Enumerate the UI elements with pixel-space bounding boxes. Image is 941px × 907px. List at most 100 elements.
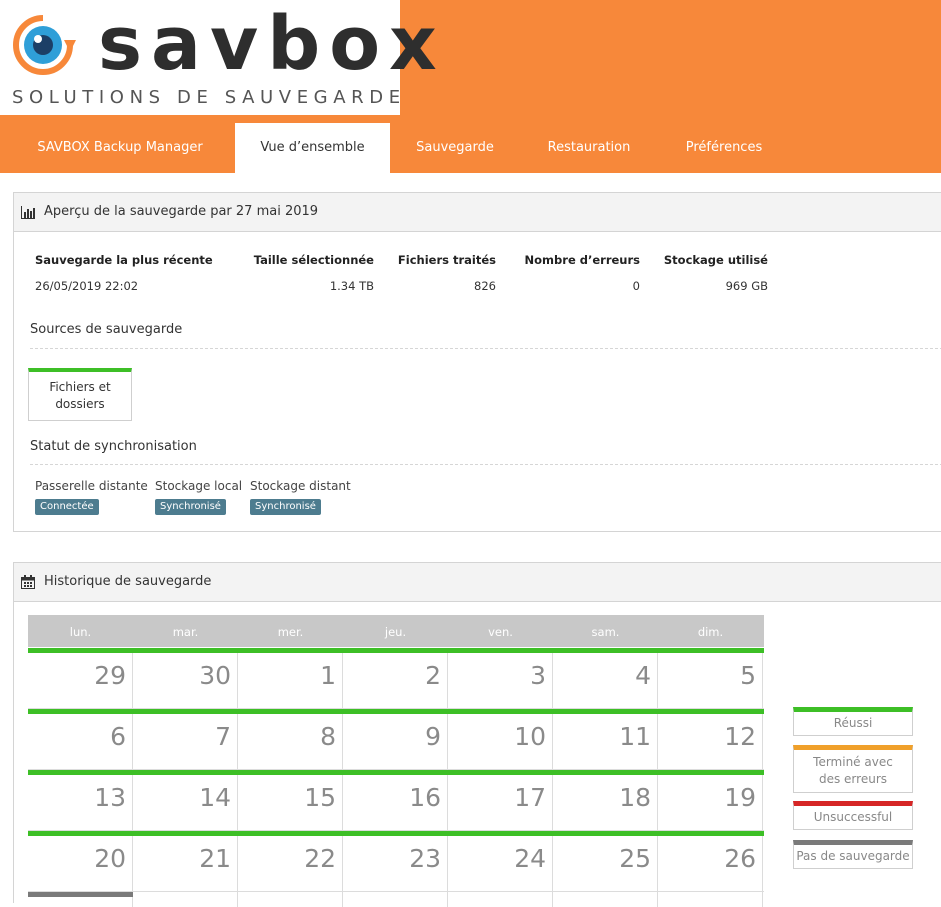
brand-name: savbox <box>98 1 446 87</box>
stat-files-label: Fichiers traités <box>397 253 496 267</box>
stat-recent-value: 26/05/2019 22:02 <box>35 279 139 293</box>
calendar-day[interactable]: 26 <box>658 836 763 892</box>
calendar-day[interactable]: 4 <box>553 653 658 709</box>
day-number: 9 <box>425 722 441 751</box>
brand-logo[interactable]: savbox SOLUTIONS DE SAUVEGARDE <box>0 0 437 115</box>
day-number: 10 <box>514 722 546 751</box>
tab-restore[interactable]: Restauration <box>530 115 648 173</box>
calendar-day[interactable] <box>658 892 763 907</box>
calendar-icon <box>21 575 35 589</box>
day-number: 3 <box>530 661 546 690</box>
day-number: 15 <box>304 783 336 812</box>
calendar-day[interactable]: 9 <box>343 714 448 770</box>
calendar-day[interactable]: 15 <box>238 775 343 831</box>
day-number: 8 <box>320 722 336 751</box>
calendar-day[interactable]: 13 <box>28 775 133 831</box>
calendar-day[interactable] <box>28 897 133 907</box>
calendar-day[interactable]: 7 <box>133 714 238 770</box>
eye-logo-icon <box>13 15 76 75</box>
stat-size-value: 1.34 TB <box>329 279 374 293</box>
calendar-day[interactable]: 16 <box>343 775 448 831</box>
calendar-day[interactable]: 11 <box>553 714 658 770</box>
overview-panel: Aperçu de la sauvegarde par 27 mai 2019 … <box>13 192 941 532</box>
tab-backup-manager[interactable]: SAVBOX Backup Manager <box>18 115 222 173</box>
sync-remote-storage-badge: Synchronisé <box>250 499 321 515</box>
weekday-mon: lun. <box>69 625 92 639</box>
legend-completed-with-errors: Terminé avec des erreurs <box>793 745 913 793</box>
day-number: 5 <box>740 661 756 690</box>
overview-panel-header: Aperçu de la sauvegarde par 27 mai 2019 <box>14 193 941 232</box>
calendar-day[interactable]: 12 <box>658 714 763 770</box>
calendar-day[interactable]: 29 <box>28 653 133 709</box>
day-number: 20 <box>94 844 126 873</box>
calendar-day[interactable]: 25 <box>553 836 658 892</box>
day-number: 16 <box>409 783 441 812</box>
legend-success: Réussi <box>793 707 913 736</box>
calendar-day[interactable] <box>343 892 448 907</box>
legend-unsuccessful: Unsuccessful <box>793 801 913 830</box>
calendar-day[interactable]: 24 <box>448 836 553 892</box>
weekday-tue: mar. <box>172 625 199 639</box>
calendar-day[interactable]: 17 <box>448 775 553 831</box>
overview-title: Aperçu de la sauvegarde par 27 mai 2019 <box>44 204 319 219</box>
calendar-day[interactable]: 3 <box>448 653 553 709</box>
calendar-day[interactable]: 1 <box>238 653 343 709</box>
day-number: 11 <box>619 722 651 751</box>
tab-preferences[interactable]: Préférences <box>668 115 780 173</box>
day-number: 29 <box>94 661 126 690</box>
tab-overview[interactable]: Vue d’ensemble <box>235 123 390 173</box>
sync-remote-storage-label: Stockage distant <box>250 479 351 493</box>
day-number: 4 <box>635 661 651 690</box>
history-panel: Historique de sauvegarde lun. mar. mer. … <box>13 562 941 907</box>
calendar-day[interactable]: 10 <box>448 714 553 770</box>
calendar-day[interactable]: 23 <box>343 836 448 892</box>
day-number: 18 <box>619 783 651 812</box>
sync-local-storage-label: Stockage local <box>155 479 243 493</box>
calendar-day[interactable]: 30 <box>133 653 238 709</box>
calendar-day[interactable]: 22 <box>238 836 343 892</box>
source-card-label: Fichiers et dossiers <box>49 380 111 411</box>
tab-backup[interactable]: Sauvegarde <box>403 115 507 173</box>
calendar-day[interactable]: 14 <box>133 775 238 831</box>
calendar-day[interactable]: 21 <box>133 836 238 892</box>
sync-local-storage-badge: Synchronisé <box>155 499 226 515</box>
day-number: 2 <box>425 661 441 690</box>
calendar-day[interactable]: 8 <box>238 714 343 770</box>
legend-no-backup-label: Pas de sauvegarde <box>796 849 910 863</box>
bar-chart-icon <box>21 206 35 219</box>
calendar-day[interactable] <box>238 892 343 907</box>
calendar-day[interactable]: 5 <box>658 653 763 709</box>
day-number: 12 <box>724 722 756 751</box>
stat-storage-value: 969 GB <box>725 279 768 293</box>
calendar-day[interactable] <box>448 892 553 907</box>
calendar-day[interactable]: 6 <box>28 714 133 770</box>
weekday-sat: sam. <box>591 625 620 639</box>
calendar-day[interactable] <box>553 892 658 907</box>
day-number: 1 <box>320 661 336 690</box>
calendar-day[interactable]: 18 <box>553 775 658 831</box>
calendar-day[interactable]: 2 <box>343 653 448 709</box>
day-number: 25 <box>619 844 651 873</box>
day-number: 21 <box>199 844 231 873</box>
stat-files-value: 826 <box>474 279 496 293</box>
sources-title: Sources de sauvegarde <box>30 322 183 337</box>
stat-errors-label: Nombre d’erreurs <box>524 253 640 267</box>
legend-unsuccessful-label: Unsuccessful <box>813 810 893 824</box>
day-number: 14 <box>199 783 231 812</box>
day-number: 30 <box>199 661 231 690</box>
legend-no-backup: Pas de sauvegarde <box>793 840 913 869</box>
source-files-folders[interactable]: Fichiers et dossiers <box>28 368 132 421</box>
sources-divider <box>30 348 941 349</box>
day-number: 23 <box>409 844 441 873</box>
history-title: Historique de sauvegarde <box>44 574 212 589</box>
day-number: 7 <box>215 722 231 751</box>
day-number: 19 <box>724 783 756 812</box>
calendar-day[interactable] <box>133 892 238 907</box>
calendar-day[interactable]: 20 <box>28 836 133 892</box>
stat-size-label: Taille sélectionnée <box>253 253 374 267</box>
day-number: 24 <box>514 844 546 873</box>
calendar-day[interactable]: 19 <box>658 775 763 831</box>
weekday-wed: mer. <box>277 625 304 639</box>
day-number: 6 <box>110 722 126 751</box>
weekday-fri: ven. <box>488 625 513 639</box>
